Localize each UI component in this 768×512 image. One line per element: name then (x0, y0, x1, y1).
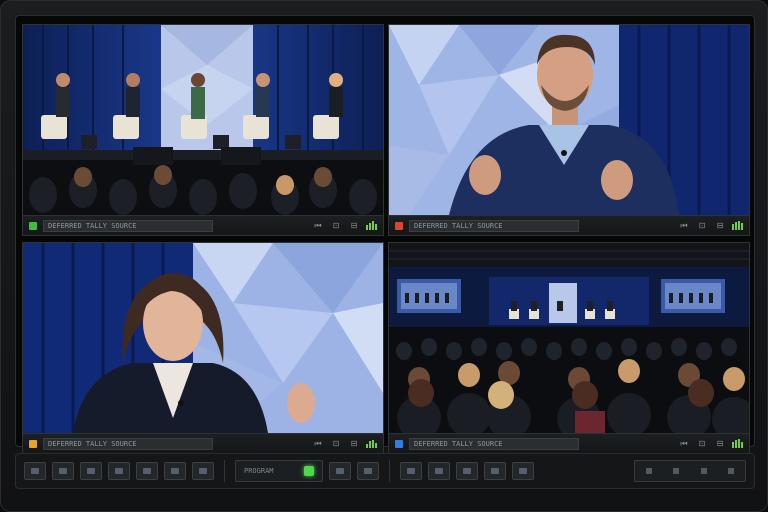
square-icon (199, 468, 207, 474)
feed-tile-2[interactable]: DEFERRED TALLY SOURCE ⏮ ⊡ ⊟ (388, 24, 750, 236)
audio-meter (732, 439, 743, 448)
settings-cluster[interactable] (634, 460, 746, 482)
source-button-7[interactable] (192, 462, 214, 480)
source-name-label[interactable]: DEFERRED TALLY SOURCE (409, 219, 579, 232)
audio-meter (366, 221, 377, 230)
previous-icon[interactable]: ⏮ (312, 439, 324, 449)
square-icon (491, 468, 499, 474)
divider (224, 460, 225, 482)
tile-label-bar: DEFERRED TALLY SOURCE ⏮ ⊡ ⊟ (23, 215, 383, 235)
square-icon (171, 468, 179, 474)
square-icon (728, 468, 735, 474)
capture-icon[interactable]: ⊡ (696, 439, 708, 448)
multiviewer-chassis: DEFERRED TALLY SOURCE ⏮ ⊡ ⊟ DEFERRED TAL… (0, 0, 768, 512)
previous-icon[interactable]: ⏮ (312, 221, 324, 231)
square-icon (463, 468, 471, 474)
menu-icon[interactable]: ⊟ (714, 221, 726, 230)
source-button-2[interactable] (52, 462, 74, 480)
multiview-grid: DEFERRED TALLY SOURCE ⏮ ⊡ ⊟ DEFERRED TAL… (15, 15, 755, 454)
source-button-1[interactable] (24, 462, 46, 480)
square-icon (364, 468, 372, 474)
mode-display[interactable]: PROGRAM (235, 460, 323, 482)
divider (389, 460, 390, 482)
tile-label-bar: DEFERRED TALLY SOURCE ⏮ ⊡ ⊟ (389, 215, 749, 235)
capture-icon[interactable]: ⊡ (330, 221, 342, 230)
source-name-label[interactable]: DEFERRED TALLY SOURCE (43, 219, 213, 232)
square-icon (673, 468, 680, 474)
square-icon (519, 468, 527, 474)
source-button-4[interactable] (108, 462, 130, 480)
menu-icon[interactable]: ⊟ (348, 439, 360, 448)
transport-button-2[interactable] (357, 462, 379, 480)
status-indicator (304, 466, 314, 476)
square-icon (645, 468, 652, 474)
previous-icon[interactable]: ⏮ (678, 221, 690, 231)
transport-button-1[interactable] (329, 462, 351, 480)
tally-light (395, 439, 403, 448)
control-strip: PROGRAM (15, 453, 755, 489)
layout-button-5[interactable] (512, 462, 534, 480)
square-icon (435, 468, 443, 474)
source-name-label[interactable]: DEFERRED TALLY SOURCE (409, 437, 579, 450)
tally-light (395, 221, 403, 230)
layout-button-3[interactable] (456, 462, 478, 480)
tally-light (29, 221, 37, 230)
previous-icon[interactable]: ⏮ (678, 439, 690, 449)
layout-button-1[interactable] (400, 462, 422, 480)
tile-label-bar: DEFERRED TALLY SOURCE ⏮ ⊡ ⊟ (389, 433, 749, 453)
feed-tile-1[interactable]: DEFERRED TALLY SOURCE ⏮ ⊡ ⊟ (22, 24, 384, 236)
layout-button-2[interactable] (428, 462, 450, 480)
audio-meter (366, 439, 377, 448)
square-icon (407, 468, 415, 474)
capture-icon[interactable]: ⊡ (330, 439, 342, 448)
tile-label-bar: DEFERRED TALLY SOURCE ⏮ ⊡ ⊟ (23, 433, 383, 453)
video-feed-female-speaker[interactable] (23, 243, 383, 433)
video-feed-audience-wide[interactable] (389, 243, 749, 433)
feed-tile-4[interactable]: DEFERRED TALLY SOURCE ⏮ ⊡ ⊟ (388, 242, 750, 454)
source-button-6[interactable] (164, 462, 186, 480)
square-icon (59, 468, 67, 474)
square-icon (115, 468, 123, 474)
square-icon (31, 468, 39, 474)
audio-meter (732, 221, 743, 230)
tally-light (29, 439, 37, 448)
square-icon (700, 468, 707, 474)
capture-icon[interactable]: ⊡ (696, 221, 708, 230)
source-button-5[interactable] (136, 462, 158, 480)
mode-label: PROGRAM (244, 467, 274, 475)
feed-tile-3[interactable]: DEFERRED TALLY SOURCE ⏮ ⊡ ⊟ (22, 242, 384, 454)
video-feed-panel-wide[interactable] (23, 25, 383, 215)
square-icon (336, 468, 344, 474)
video-feed-male-speaker[interactable] (389, 25, 749, 215)
square-icon (87, 468, 95, 474)
menu-icon[interactable]: ⊟ (348, 221, 360, 230)
layout-button-4[interactable] (484, 462, 506, 480)
source-name-label[interactable]: DEFERRED TALLY SOURCE (43, 437, 213, 450)
menu-icon[interactable]: ⊟ (714, 439, 726, 448)
source-button-3[interactable] (80, 462, 102, 480)
square-icon (143, 468, 151, 474)
